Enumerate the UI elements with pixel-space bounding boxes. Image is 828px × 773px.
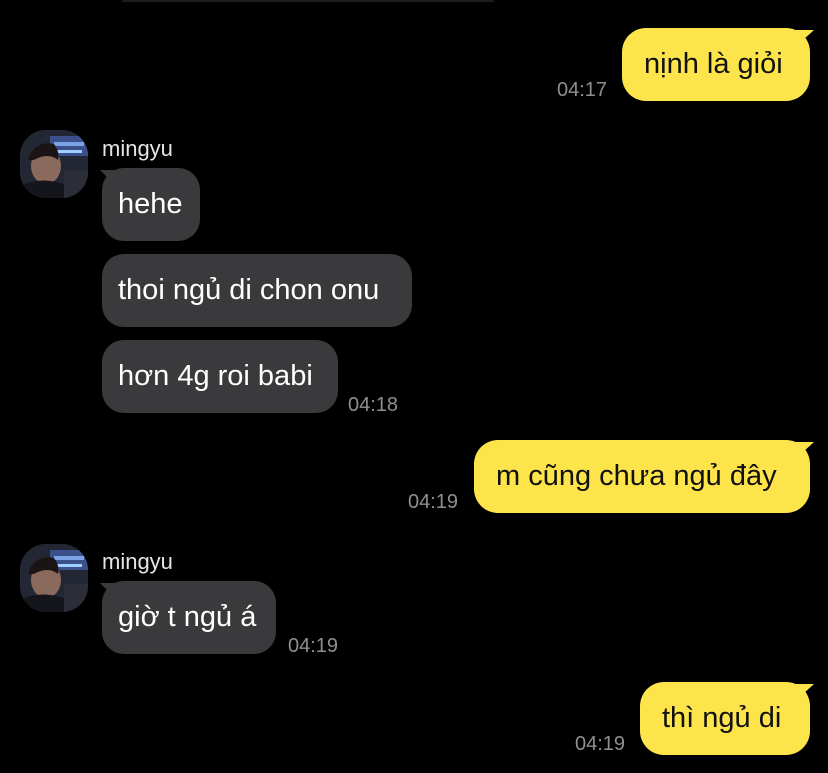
outgoing-message-bubble[interactable]: nịnh là giỏi <box>622 28 810 101</box>
incoming-message-bubble[interactable]: thoi ngủ di chon onu <box>102 254 412 327</box>
profile-photo-icon <box>20 544 88 612</box>
contact-avatar[interactable] <box>20 544 88 612</box>
message-timestamp: 04:19 <box>288 635 339 657</box>
message-text: hơn 4g roi babi <box>118 360 313 392</box>
message-timestamp: 04:19 <box>408 491 459 513</box>
chat-screen: nịnh là giỏi 04:17 mingyu hehe thoi ngủ … <box>0 0 828 773</box>
message-text: m cũng chưa ngủ đây <box>496 460 777 492</box>
incoming-message-bubble[interactable]: giờ t ngủ á <box>102 581 276 654</box>
message-text: giờ t ngủ á <box>118 601 257 633</box>
message-text: nịnh là giỏi <box>644 48 783 80</box>
message-text: hehe <box>118 188 183 220</box>
message-text: thì ngủ di <box>662 702 782 734</box>
incoming-message-bubble[interactable]: hơn 4g roi babi <box>102 340 338 413</box>
outgoing-message-bubble[interactable]: thì ngủ di <box>640 682 810 755</box>
message-timestamp: 04:17 <box>557 79 608 101</box>
message-text: thoi ngủ di chon onu <box>118 274 380 306</box>
message-timestamp: 04:18 <box>348 394 399 416</box>
divider <box>122 0 494 2</box>
outgoing-message-bubble[interactable]: m cũng chưa ngủ đây <box>474 440 810 513</box>
contact-avatar[interactable] <box>20 130 88 198</box>
message-timestamp: 04:19 <box>575 733 626 755</box>
sender-name: mingyu <box>102 136 173 161</box>
profile-photo-icon <box>20 130 88 198</box>
incoming-message-bubble[interactable]: hehe <box>102 168 200 241</box>
sender-name: mingyu <box>102 549 173 574</box>
